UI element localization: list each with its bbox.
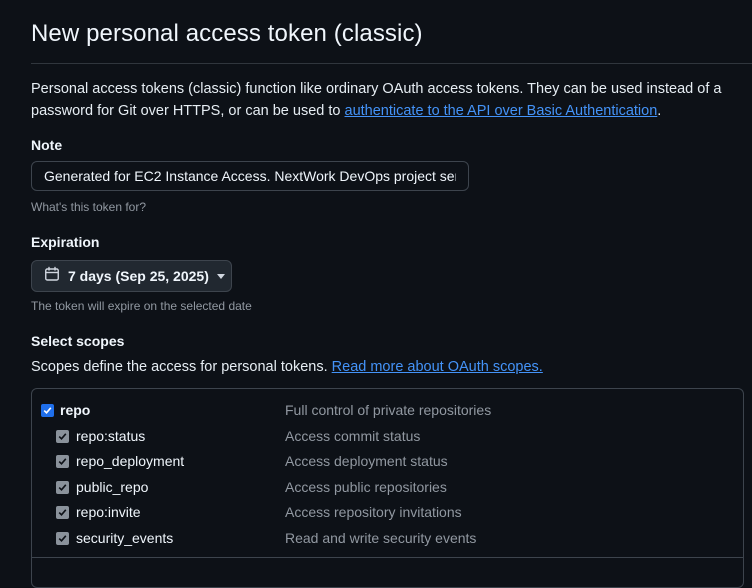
scope-row-repo-status: repo:status Access commit status: [32, 426, 743, 448]
checkbox-repo[interactable]: [41, 404, 54, 417]
scopes-description: Scopes define the access for personal to…: [31, 359, 543, 375]
scope-name: repo_deployment: [76, 453, 185, 469]
scopes-label: Select scopes: [31, 333, 125, 349]
title-divider: [31, 63, 752, 64]
scope-row-security-events: security_events Read and write security …: [32, 528, 743, 550]
scope-row-repo-invite: repo:invite Access repository invitation…: [32, 502, 743, 524]
checkbox-repo-status[interactable]: [56, 430, 69, 443]
scope-row-public-repo: public_repo Access public repositories: [32, 477, 743, 499]
checkbox-public-repo[interactable]: [56, 481, 69, 494]
expiration-hint: The token will expire on the selected da…: [31, 299, 252, 313]
scope-description: Access deployment status: [285, 453, 448, 469]
scope-name: public_repo: [76, 479, 149, 495]
note-label: Note: [31, 137, 63, 153]
scope-description: Access commit status: [285, 428, 421, 444]
scope-name: repo: [60, 402, 91, 418]
expiration-dropdown[interactable]: 7 days (Sep 25, 2025): [31, 260, 232, 292]
checkbox-security-events[interactable]: [56, 532, 69, 545]
scopes-list: repo Full control of private repositorie…: [31, 388, 744, 588]
basic-auth-link[interactable]: authenticate to the API over Basic Authe…: [345, 103, 658, 119]
scope-name: repo:status: [76, 428, 146, 444]
note-hint: What's this token for?: [31, 200, 147, 214]
scopes-divider: [32, 557, 743, 558]
intro-text: Personal access tokens (classic) functio…: [31, 78, 752, 122]
scope-name: repo:invite: [76, 504, 141, 520]
oauth-scopes-link[interactable]: Read more about OAuth scopes.: [332, 359, 543, 375]
scope-row-repo: repo Full control of private repositorie…: [32, 400, 743, 422]
scopes-desc-text: Scopes define the access for personal to…: [31, 359, 332, 375]
checkbox-repo-invite[interactable]: [56, 506, 69, 519]
calendar-icon: [44, 266, 60, 287]
scope-name: security_events: [76, 530, 174, 546]
checkbox-repo-deployment[interactable]: [56, 455, 69, 468]
intro-end: .: [657, 103, 662, 119]
note-input[interactable]: [31, 161, 469, 191]
page-title: New personal access token (classic): [31, 20, 423, 47]
chevron-down-icon: [216, 273, 225, 279]
expiration-selected: 7 days (Sep 25, 2025): [68, 268, 209, 284]
scope-description: Access repository invitations: [285, 504, 462, 520]
expiration-label: Expiration: [31, 234, 100, 250]
scope-description: Access public repositories: [285, 479, 447, 495]
scope-description: Full control of private repositories: [285, 402, 492, 418]
scope-row-repo-deployment: repo_deployment Access deployment status: [32, 451, 743, 473]
scope-description: Read and write security events: [285, 530, 477, 546]
